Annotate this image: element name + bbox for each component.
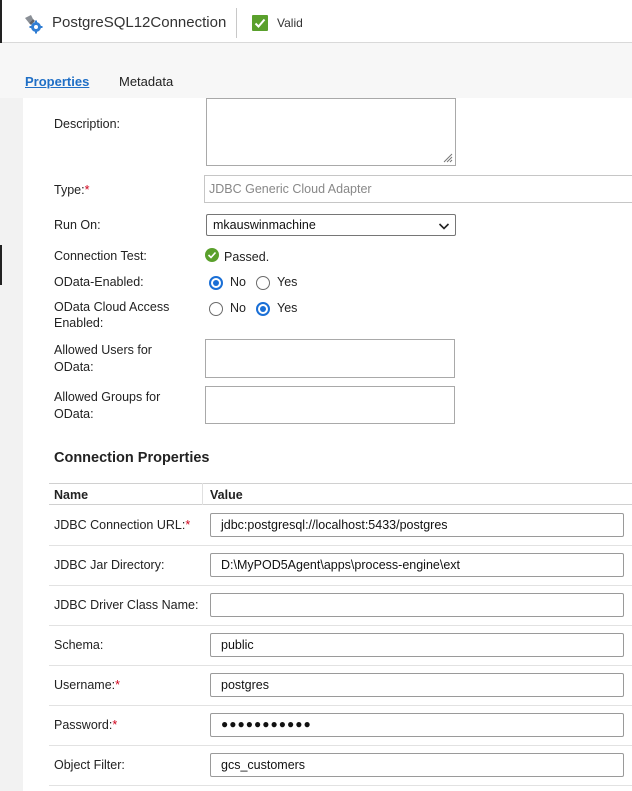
connection-properties-title: Connection Properties [54,450,210,466]
tab-properties[interactable]: Properties [25,74,89,89]
allowed-groups-label-line1: Allowed Groups for [54,390,161,404]
allowed-groups-label-line2: OData: [54,407,94,421]
odata-cloud-label-line1: OData Cloud Access [54,300,170,314]
odata-cloud-no-radio[interactable] [209,302,223,316]
type-field: JDBC Generic Cloud Adapter [204,175,632,203]
run-on-value: mkauswinmachine [213,218,316,232]
tab-metadata[interactable]: Metadata [119,74,173,89]
connection-title: PostgreSQL12Connection [52,14,227,31]
run-on-label: Run On: [54,218,101,232]
gutter-edge [0,245,2,285]
tab-bar: Properties Metadata [0,43,632,98]
property-row-username: Username:* postgres [49,666,632,706]
passed-check-icon [205,248,219,262]
password-input[interactable]: ●●●●●●●●●●● [210,713,624,737]
properties-grid-header: Name Value [49,483,632,505]
username-input[interactable]: postgres [210,673,624,697]
odata-enabled-yes-radio[interactable] [256,276,270,290]
odata-cloud-yes-radio[interactable] [256,302,270,316]
odata-enabled-no-label: No [230,275,246,289]
odata-enabled-label: OData-Enabled: [54,275,144,289]
resize-grip-icon[interactable] [441,151,453,163]
schema-input[interactable]: public [210,633,624,657]
valid-check-icon [252,15,268,31]
chevron-down-icon [438,220,450,230]
grid-column-value: Value [210,488,243,502]
driver-class-label: JDBC Driver Class Name: [54,598,199,612]
odata-enabled-yes-label: Yes [277,275,298,289]
status-badge: Valid [277,16,303,30]
type-label: Type:* [54,183,90,197]
schema-label: Schema: [54,638,104,652]
driver-class-input[interactable] [210,593,624,617]
allowed-users-textarea[interactable] [205,339,455,378]
run-on-select[interactable]: mkauswinmachine [206,214,456,236]
property-row-jdbc-url: JDBC Connection URL:* jdbc:postgresql://… [49,506,632,546]
allowed-users-label-line2: OData: [54,360,94,374]
properties-panel: Description: Type:* JDBC Generic Cloud A… [23,98,632,791]
property-row-jar-directory: JDBC Jar Directory: D:\MyPOD5Agent\apps\… [49,546,632,586]
property-row-driver-class: JDBC Driver Class Name: [49,586,632,626]
odata-cloud-yes-label: Yes [277,301,298,315]
username-label: Username:* [54,678,121,692]
property-row-schema: Schema: public [49,626,632,666]
property-row-password: Password:* ●●●●●●●●●●● [49,706,632,746]
object-filter-label: Object Filter: [54,758,125,772]
connection-test-label: Connection Test: [54,249,147,263]
jdbc-url-input[interactable]: jdbc:postgresql://localhost:5433/postgre… [210,513,624,537]
allowed-groups-textarea[interactable] [205,386,455,424]
allowed-users-label-line1: Allowed Users for [54,343,152,357]
description-label: Description: [54,117,120,131]
left-gutter [0,98,23,791]
jar-directory-label: JDBC Jar Directory: [54,558,165,572]
header-divider [236,8,237,38]
object-filter-input[interactable]: gcs_customers [210,753,624,777]
description-textarea[interactable] [206,98,456,166]
connection-header: PostgreSQL12Connection Valid [0,0,632,43]
odata-cloud-label-line2: Enabled: [54,316,104,330]
connection-gear-icon [22,12,44,34]
window-edge [0,0,2,43]
odata-cloud-no-label: No [230,301,246,315]
property-row-object-filter: Object Filter: gcs_customers [49,746,632,786]
jar-directory-input[interactable]: D:\MyPOD5Agent\apps\process-engine\ext [210,553,624,577]
password-label: Password:* [54,718,118,732]
grid-column-name: Name [54,488,89,502]
odata-enabled-no-radio[interactable] [209,276,223,290]
jdbc-url-label: JDBC Connection URL:* [54,518,191,532]
connection-test-value: Passed. [224,250,270,264]
grid-column-divider [202,483,203,505]
